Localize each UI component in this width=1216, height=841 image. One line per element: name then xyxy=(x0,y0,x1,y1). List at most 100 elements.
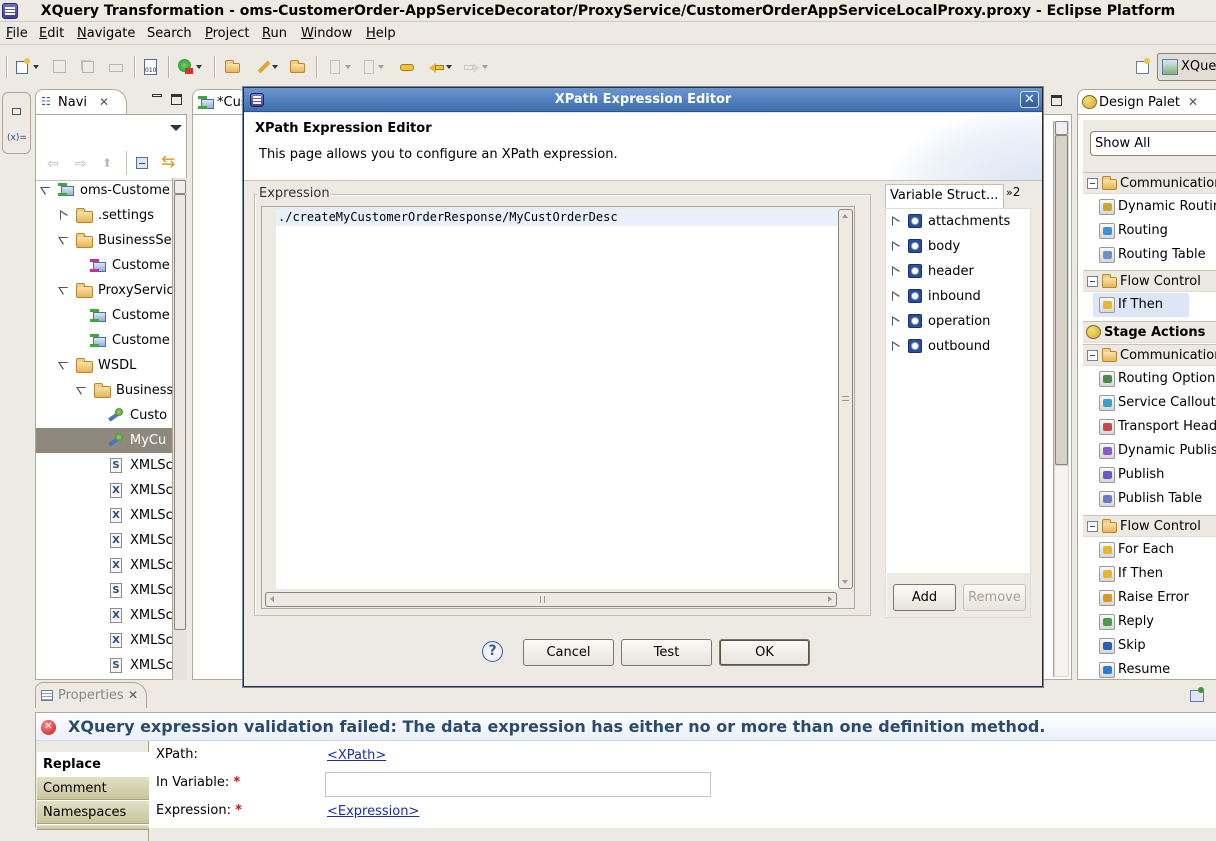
variable-item[interactable]: inbound xyxy=(886,284,1030,309)
collapsed-twisty-icon[interactable] xyxy=(60,210,68,221)
tree-item[interactable]: X XMLSc xyxy=(36,628,172,653)
collapsed-twisty-icon[interactable] xyxy=(892,216,900,227)
last-edit-location-icon[interactable] xyxy=(398,58,416,76)
open-type-icon[interactable] xyxy=(224,58,242,76)
view-menu-icon[interactable] xyxy=(170,125,182,131)
collapse-icon[interactable] xyxy=(1087,521,1098,532)
scroll-up-button[interactable] xyxy=(174,180,186,194)
variable-item[interactable]: outbound xyxy=(886,334,1030,359)
palette-item[interactable]: Publish xyxy=(1093,463,1216,487)
expanded-twisty-icon[interactable] xyxy=(58,287,69,295)
design-palette-tab[interactable]: Design Palet ✕ xyxy=(1077,89,1216,115)
tree-item[interactable]: Custome xyxy=(36,328,172,353)
palette-section-header[interactable]: Communication xyxy=(1083,344,1216,366)
binary-file-icon[interactable]: 010 xyxy=(142,58,160,76)
expanded-twisty-icon[interactable] xyxy=(40,187,51,195)
palette-item[interactable]: Service Callout xyxy=(1093,391,1216,415)
navigator-tab[interactable]: ☷ Navi ✕ xyxy=(35,89,127,115)
expanded-twisty-icon[interactable] xyxy=(58,362,69,370)
dialog-close-button[interactable]: ✕ xyxy=(1020,91,1039,108)
new-icon[interactable] xyxy=(14,58,32,76)
palette-item[interactable]: Raise Error xyxy=(1093,586,1216,610)
pin-view-icon[interactable] xyxy=(1190,687,1204,702)
menu-project[interactable]: Project xyxy=(205,26,250,41)
help-icon[interactable]: ? xyxy=(482,641,503,662)
expanded-twisty-icon[interactable] xyxy=(76,387,87,395)
run-icon[interactable] xyxy=(177,58,195,76)
tree-item[interactable]: X XMLSc xyxy=(36,478,172,503)
collapsed-twisty-icon[interactable] xyxy=(892,316,900,327)
tree-item[interactable]: ProxyServic xyxy=(36,278,172,303)
menu-window[interactable]: Window xyxy=(301,26,352,41)
tree-item[interactable]: Custome xyxy=(36,303,172,328)
editor-scroll-thumb[interactable] xyxy=(1055,135,1068,465)
editor-maximize-icon[interactable] xyxy=(1051,95,1062,106)
eclipse-app-icon[interactable] xyxy=(2,3,18,19)
palette-item[interactable]: Resume xyxy=(1093,658,1216,682)
tree-item[interactable]: .settings xyxy=(36,203,172,228)
tree-item[interactable]: Business xyxy=(36,378,172,403)
close-icon[interactable]: ✕ xyxy=(99,90,109,114)
palette-item[interactable]: Transport Headers xyxy=(1093,415,1216,439)
collapsed-twisty-icon[interactable] xyxy=(892,341,900,352)
variables-view-icon[interactable]: (x)= xyxy=(7,133,27,143)
dialog-title-bar[interactable]: XPath Expression Editor xyxy=(244,88,1042,112)
stage-actions-header[interactable]: Stage Actions xyxy=(1083,321,1216,343)
collapsed-twisty-icon[interactable] xyxy=(892,266,900,277)
run-dropdown-icon[interactable] xyxy=(196,65,202,69)
palette-section-header[interactable]: Flow Control xyxy=(1083,270,1216,292)
xpath-link[interactable]: <XPath> xyxy=(327,748,386,763)
palette-item[interactable]: For Each xyxy=(1093,538,1216,562)
menu-file[interactable]: File xyxy=(6,26,28,41)
palette-section-header[interactable]: Communication xyxy=(1083,172,1216,194)
properties-tab[interactable]: Properties ✕ xyxy=(35,682,147,708)
properties-tab-comment[interactable]: Comment xyxy=(37,776,149,800)
tree-item[interactable]: X XMLSc xyxy=(36,603,172,628)
palette-item[interactable]: Skip xyxy=(1093,634,1216,658)
tree-item[interactable]: BusinessSe xyxy=(36,228,172,253)
collapse-icon[interactable] xyxy=(1087,276,1098,287)
restore-icon[interactable] xyxy=(12,108,21,115)
collapse-icon[interactable] xyxy=(1087,178,1098,189)
variable-item[interactable]: header xyxy=(886,259,1030,284)
properties-tab-replace[interactable]: Replace xyxy=(37,752,149,776)
collapsed-twisty-icon[interactable] xyxy=(892,241,900,252)
tree-item[interactable]: S XMLSc xyxy=(36,578,172,603)
palette-item[interactable]: If Then xyxy=(1093,562,1216,586)
editor-scrollbar[interactable] xyxy=(1053,121,1069,677)
properties-tab-namespaces[interactable]: Namespaces xyxy=(37,800,149,824)
expanded-twisty-icon[interactable] xyxy=(58,237,69,245)
open-resource-icon[interactable] xyxy=(254,58,272,76)
palette-section-header[interactable]: Flow Control xyxy=(1083,515,1216,537)
tree-item[interactable]: Custo xyxy=(36,403,172,428)
link-with-editor-icon[interactable]: ⇆ xyxy=(161,152,175,172)
menu-navigate[interactable]: Navigate xyxy=(77,26,135,41)
tree-item[interactable]: WSDL xyxy=(36,353,172,378)
properties-close-icon[interactable]: ✕ xyxy=(128,683,138,707)
add-button[interactable]: Add xyxy=(893,584,956,611)
collapse-all-icon[interactable] xyxy=(136,157,148,169)
variable-item[interactable]: attachments xyxy=(886,209,1030,234)
scroll-thumb[interactable] xyxy=(174,194,186,630)
expression-hscrollbar[interactable] xyxy=(265,592,837,607)
tree-item[interactable]: S XMLSc xyxy=(36,653,172,678)
expression-vscrollbar[interactable] xyxy=(838,209,853,589)
tree-item[interactable]: X XMLSc xyxy=(36,528,172,553)
palette-close-icon[interactable]: ✕ xyxy=(1188,90,1198,114)
collapse-icon[interactable] xyxy=(1087,350,1098,361)
minimize-icon[interactable] xyxy=(152,94,162,97)
menu-help[interactable]: Help xyxy=(366,26,396,41)
open-perspective-icon[interactable] xyxy=(1134,58,1152,76)
expression-link[interactable]: <Expression> xyxy=(327,804,419,819)
palette-item[interactable]: Reply xyxy=(1093,610,1216,634)
maximize-icon[interactable] xyxy=(171,94,182,105)
tree-item[interactable]: S XMLSc xyxy=(36,453,172,478)
in-variable-input[interactable] xyxy=(325,772,711,797)
tree-item[interactable]: MyCu xyxy=(36,428,172,453)
palette-item[interactable]: Publish Table xyxy=(1093,487,1216,511)
tree-item[interactable]: X XMLSc xyxy=(36,553,172,578)
menu-edit[interactable]: Edit xyxy=(39,26,64,41)
menu-run[interactable]: Run xyxy=(262,26,287,41)
tree-item[interactable]: X XMLSc xyxy=(36,503,172,528)
palette-item[interactable]: Routing Options xyxy=(1093,367,1216,391)
